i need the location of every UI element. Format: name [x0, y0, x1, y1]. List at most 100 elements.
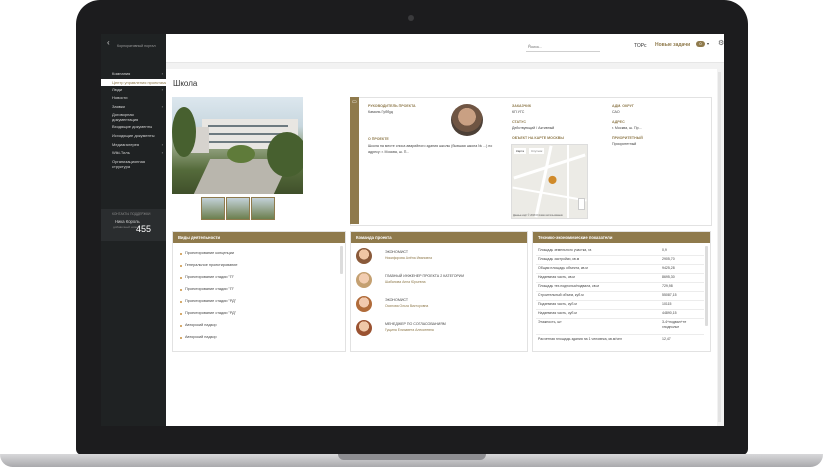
sidebar-item-label: Заявки — [112, 103, 125, 109]
map-tab-satellite[interactable]: Спутник — [529, 148, 545, 154]
sidebar-item-project-center[interactable]: Центр управления проектами — [101, 78, 167, 86]
search-input[interactable]: Поиск... ⌕ — [526, 43, 600, 52]
activity-item[interactable]: Генеральное проектирование — [185, 263, 238, 267]
tech-value: 9425,28 — [662, 266, 675, 270]
laptop-notch — [338, 454, 486, 460]
info-sidebar: ▭ — [350, 97, 359, 224]
tech-value: 10115 — [662, 302, 672, 306]
page-title: Школа — [173, 79, 198, 88]
tech-value: 12,47 — [662, 337, 671, 341]
district-value: САО — [612, 110, 620, 114]
page-scrollbar[interactable] — [718, 72, 721, 422]
sidebar-item-outgoing[interactable]: Исходящие документы — [101, 132, 166, 141]
gear-icon[interactable]: ⚙ — [718, 39, 724, 47]
status-value: Действующий / Активный — [512, 126, 555, 130]
customer-label: ЗАКАЗЧИК — [512, 104, 532, 108]
sidebar-item-label: Люди — [112, 86, 123, 92]
member-avatar[interactable] — [356, 272, 372, 288]
member-avatar[interactable] — [356, 296, 372, 312]
tech-key: Площадь тех.подполья/подвала, кв.м — [538, 284, 599, 288]
top-bar: Поиск... ⌕ ТОРс Новые задачи 0 ▾ ⚙ — [166, 34, 724, 63]
member-name[interactable]: Шабанова Анна Юрьевна — [385, 280, 425, 284]
address-value: г. Москва, ш. Пр... — [612, 126, 642, 130]
sidebar-item-structure[interactable]: Организационная структура — [101, 158, 156, 170]
sidebar-item-label: Wiki-Тиль — [112, 150, 130, 156]
tech-key: Расчетная площадь здания на 1 человека, … — [538, 337, 622, 341]
back-arrow-icon[interactable]: ‹ — [107, 38, 110, 47]
chevron-down-icon[interactable]: ▾ — [707, 41, 709, 46]
leader-name[interactable]: Камиль Губбуд — [368, 110, 393, 114]
scrollbar[interactable] — [340, 246, 343, 274]
address-label: АДРЕС — [612, 120, 625, 124]
project-photo[interactable] — [172, 97, 303, 194]
top-link[interactable]: ТОРс — [634, 43, 647, 49]
member-name[interactable]: Никифорова Алёна Ивановна — [385, 256, 432, 260]
tech-value: 3-4+подвал+те хподполье — [662, 320, 687, 329]
activity-item[interactable]: Проектирование стадии "П" — [185, 287, 234, 291]
tech-key: Строительный объем, куб.м — [538, 293, 584, 297]
tech-key: Общая площадь объекта, кв.м — [538, 266, 588, 270]
leader-avatar[interactable] — [451, 104, 483, 136]
activity-item[interactable]: Проектирование концепции — [185, 251, 234, 255]
sidebar-item-wiki[interactable]: Wiki-Тиль › — [101, 149, 166, 158]
priority-label: ПРИОРИТЕТНЫЙ — [612, 136, 643, 140]
new-tasks-link[interactable]: Новые задачи — [655, 42, 690, 48]
team-title: Команда проекта — [351, 232, 527, 243]
sidebar-item-requests[interactable]: Заявки › — [101, 103, 166, 112]
member-role: ЭКОНОМИСТ — [385, 250, 409, 254]
search-icon[interactable]: ⌕ — [528, 43, 599, 49]
sidebar-nav: Компания › Центр управления проектами Люд… — [101, 70, 174, 170]
tech-key: Надземная часть, кв.м — [538, 275, 575, 279]
map-tab-map[interactable]: Карта — [514, 148, 527, 154]
photo-thumbnail[interactable] — [226, 197, 250, 220]
sidebar-item-media[interactable]: Медиагалерея › — [101, 141, 166, 150]
tech-key: Надземная часть, куб.м — [538, 311, 577, 315]
tech-value: 55087,15 — [662, 293, 677, 297]
activity-item[interactable]: Авторский надзор — [185, 323, 217, 327]
member-role: МЕНЕДЖЕР ПО СОГЛАСОВАНИЯМ — [385, 322, 446, 326]
about-text: Школа на месте сноса аварийного здания ш… — [368, 144, 493, 154]
tech-key: Площадь земельного участка, га — [538, 248, 592, 252]
support-number: 455 — [136, 224, 152, 234]
tech-key: Подземная часть, куб.м — [538, 302, 577, 306]
sidebar-item-incoming[interactable]: Входящие документы — [101, 123, 166, 132]
sidebar-item-label: Договорная документация — [112, 112, 139, 123]
portal-title: Корпоративный портал — [117, 44, 156, 48]
tech-key: Этажность, шт — [538, 320, 562, 324]
photo-thumbnail[interactable] — [201, 197, 225, 220]
tech-value: 0,9 — [662, 248, 667, 252]
activities-card: Виды деятельности Проектирование концепц… — [172, 231, 346, 352]
support-label: КОНТАКТЫ ПОДДЕРЖКИ — [112, 212, 151, 216]
member-avatar[interactable] — [356, 320, 372, 336]
sidebar-item-people[interactable]: Люди › — [101, 86, 166, 95]
sidebar-item-label: Входящие документы — [112, 124, 153, 130]
sidebar-item-label: Организационная структура — [112, 158, 145, 169]
location-map[interactable]: Карта Спутник ⬤ Данные карт © 2018 Услов… — [511, 144, 588, 219]
chevron-right-icon: › — [161, 86, 163, 92]
zoom-control[interactable] — [578, 198, 585, 210]
activity-item[interactable]: Проектирование стадии "РД" — [185, 311, 236, 315]
member-name[interactable]: Гущина Елизавета Алексеевна — [385, 328, 434, 332]
activity-item[interactable]: Проектирование стадии "РД" — [185, 299, 236, 303]
scrollbar[interactable] — [705, 246, 708, 326]
activity-item[interactable]: Авторский надзор — [185, 335, 217, 339]
sidebar-item-company[interactable]: Компания › — [101, 70, 166, 79]
camera-dot — [408, 15, 414, 21]
sidebar-item-label: Компания — [112, 71, 131, 76]
sidebar-item-label: Новости — [112, 95, 128, 101]
chevron-right-icon: › — [161, 141, 163, 147]
tech-value: 44890,15 — [662, 311, 677, 315]
district-label: АДМ. ОКРУГ — [612, 104, 634, 108]
member-name[interactable]: Осипова Ольга Викторовна — [385, 304, 428, 308]
photo-thumbnail[interactable] — [251, 197, 275, 220]
activity-item[interactable]: Проектирование стадии "П" — [185, 275, 234, 279]
activities-title: Виды деятельности — [173, 232, 345, 243]
leader-label: РУКОВОДИТЕЛЬ ПРОЕКТА — [368, 104, 416, 108]
about-label: О ПРОЕКТЕ — [368, 137, 389, 141]
map-pin-icon[interactable]: ⬤ — [548, 175, 557, 184]
sidebar-item-contracts[interactable]: Договорная документация› — [101, 111, 174, 123]
tech-value: 2905,70 — [662, 257, 675, 261]
sidebar-item-news[interactable]: Новости — [101, 94, 166, 103]
tech-title: Технико-экономические показатели — [533, 232, 710, 243]
member-avatar[interactable] — [356, 248, 372, 264]
